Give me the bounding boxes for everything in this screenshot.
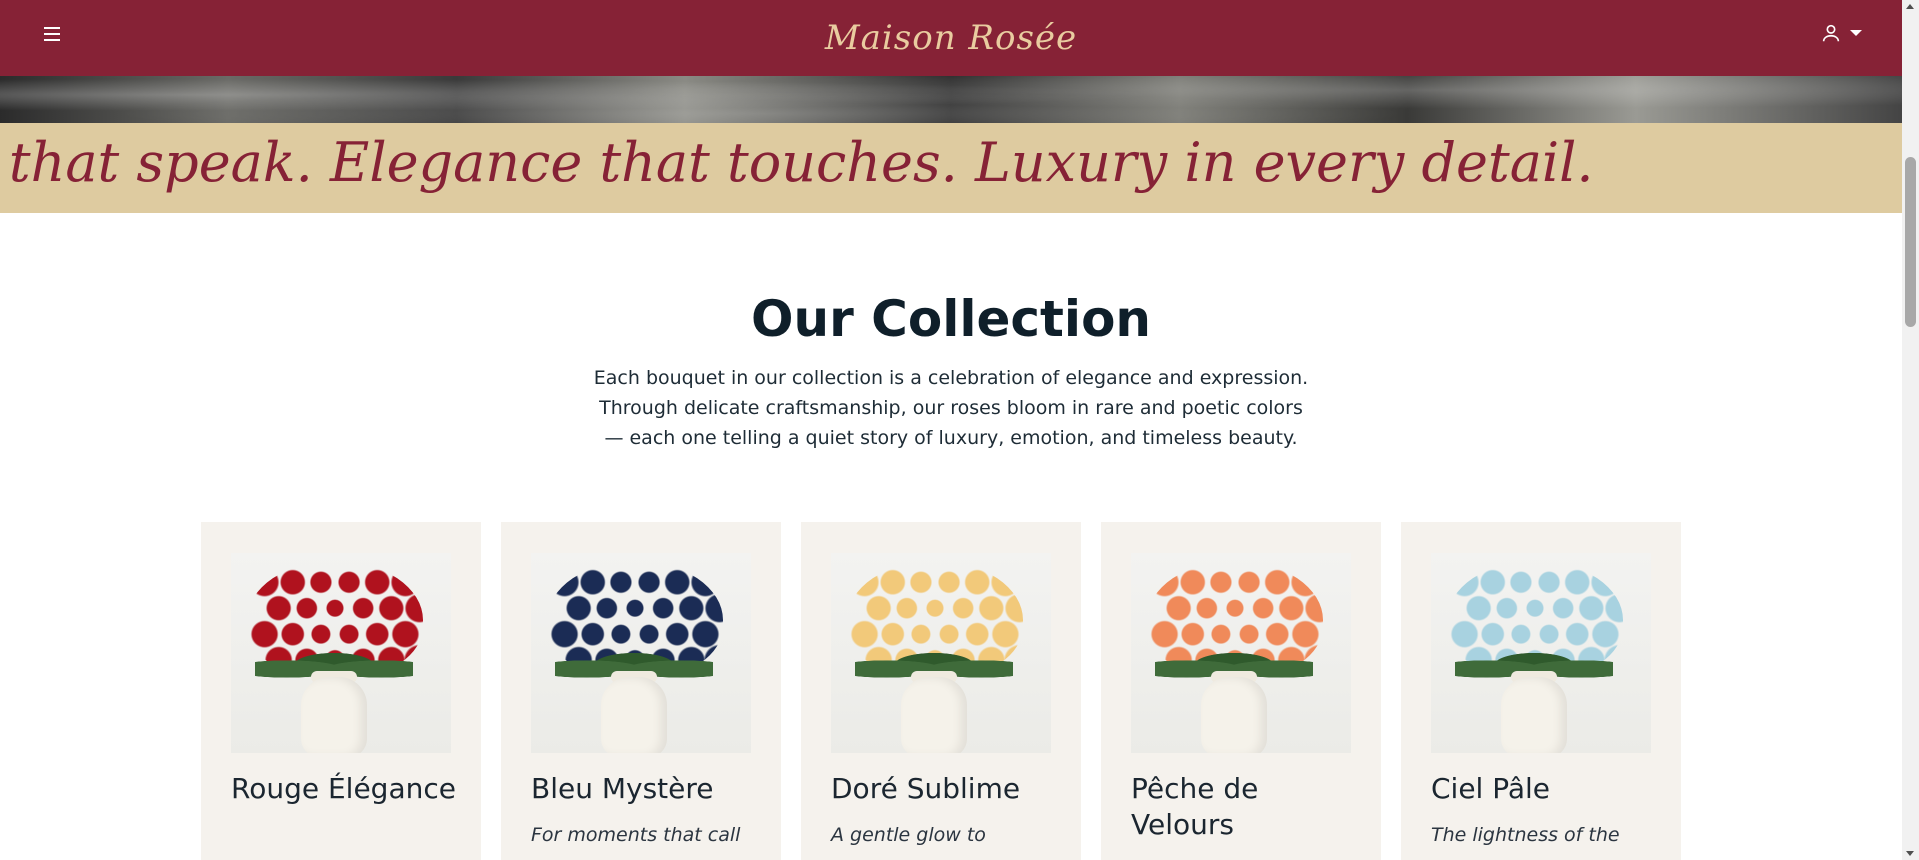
description-line: — each one telling a quiet story of luxu… [604,427,1298,449]
product-name[interactable]: Rouge Élégance [231,771,461,807]
product-card[interactable]: Doré Sublime A gentle glow to [801,522,1081,860]
vase [1201,677,1267,753]
section-description: Each bouquet in our collection is a cele… [551,363,1351,453]
product-card[interactable]: Rouge Élégance [201,522,481,860]
top-navbar: Maison Rosée [0,0,1902,76]
tagline-marquee: s that speak. Elegance that touches. Lux… [0,123,1902,213]
scroll-down-icon[interactable] [1906,851,1914,856]
product-name[interactable]: Bleu Mystère [531,771,761,807]
product-name[interactable]: Doré Sublime [831,771,1061,807]
vase [301,677,367,753]
brand-logo-text[interactable]: Maison Rosée [825,18,1077,58]
product-tagline: The lightness of the [1431,824,1620,846]
page-scrollbar[interactable] [1902,0,1919,860]
section-title: Our Collection [750,290,1152,348]
product-tagline: A gentle glow to [831,824,986,846]
product-tagline: For moments that call [531,824,741,846]
vase [901,677,967,753]
scroll-up-icon[interactable] [1906,4,1914,9]
account-menu-button[interactable] [1820,22,1862,44]
product-image[interactable] [531,553,751,753]
product-card[interactable]: Ciel Pâle The lightness of the [1401,522,1681,860]
product-image[interactable] [831,553,1051,753]
product-image[interactable] [231,553,451,753]
caret-down-icon [1850,30,1862,36]
vase [1501,677,1567,753]
user-icon [1822,24,1840,42]
scroll-thumb[interactable] [1905,157,1916,327]
description-line: Each bouquet in our collection is a cele… [593,367,1309,389]
hero-image-strip [0,76,1902,123]
product-name[interactable]: Pêche de Velours [1131,771,1361,843]
description-line: Through delicate craftsmanship, our rose… [599,397,1303,419]
hamburger-menu-icon[interactable] [40,22,64,46]
marquee-text: s that speak. Elegance that touches. Lux… [0,131,1594,194]
product-card[interactable]: Pêche de Velours [1101,522,1381,860]
product-image[interactable] [1431,553,1651,753]
product-image[interactable] [1131,553,1351,753]
product-name[interactable]: Ciel Pâle [1431,771,1661,807]
product-card[interactable]: Bleu Mystère For moments that call [501,522,781,860]
vase [601,677,667,753]
